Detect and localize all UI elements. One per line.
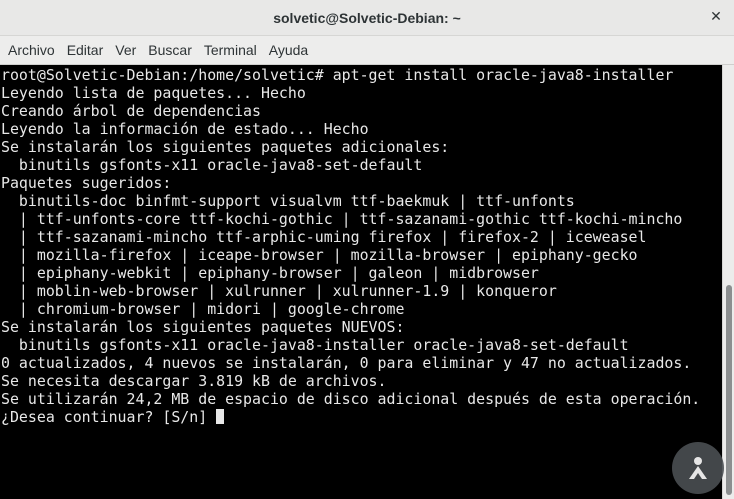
- terminal-line: Leyendo lista de paquetes... Hecho: [1, 84, 306, 102]
- text-cursor: [216, 409, 225, 424]
- terminal-prompt-text: ¿Desea continuar? [S/n]: [1, 408, 217, 426]
- terminal-line: | mozilla-firefox | iceape-browser | moz…: [1, 246, 638, 264]
- terminal-line: binutils gsfonts-x11 oracle-java8-instal…: [1, 336, 629, 354]
- menu-terminal[interactable]: Terminal: [198, 36, 263, 65]
- terminal-line: Se necesita descargar 3.819 kB de archiv…: [1, 372, 387, 390]
- menu-buscar[interactable]: Buscar: [142, 36, 198, 65]
- terminal-line: Creando árbol de dependencias: [1, 102, 261, 120]
- terminal-line: Se utilizarán 24,2 MB de espacio de disc…: [1, 390, 701, 408]
- scrollbar-thumb[interactable]: [726, 285, 732, 495]
- terminal-line: Paquetes sugeridos:: [1, 174, 172, 192]
- terminal-line: binutils gsfonts-x11 oracle-java8-set-de…: [1, 156, 423, 174]
- close-icon[interactable]: ✕: [706, 7, 726, 27]
- terminal-line: | ttf-sazanami-mincho ttf-arphic-uming f…: [1, 228, 647, 246]
- terminal-line: Leyendo la información de estado... Hech…: [1, 120, 369, 138]
- terminal-prompt-line[interactable]: ¿Desea continuar? [S/n]: [0, 408, 722, 426]
- terminal-line: 0 actualizados, 4 nuevos se instalarán, …: [1, 354, 692, 372]
- vertical-scrollbar[interactable]: [722, 65, 734, 499]
- terminal-line: binutils-doc binfmt-support visualvm ttf…: [1, 192, 575, 210]
- menu-bar: Archivo Editar Ver Buscar Terminal Ayuda: [0, 36, 734, 65]
- terminal-output[interactable]: root@Solvetic-Debian:/home/solvetic# apt…: [0, 65, 722, 499]
- menu-archivo[interactable]: Archivo: [2, 36, 61, 65]
- title-bar[interactable]: solvetic@Solvetic-Debian: ~ ✕: [0, 0, 734, 36]
- terminal-line: | ttf-unfonts-core ttf-kochi-gothic | tt…: [1, 210, 683, 228]
- terminal-line-command: root@Solvetic-Debian:/home/solvetic# apt…: [1, 66, 674, 84]
- terminal-line: Se instalarán los siguientes paquetes ad…: [1, 138, 450, 156]
- menu-ver[interactable]: Ver: [109, 36, 142, 65]
- terminal-line: Se instalarán los siguientes paquetes NU…: [1, 318, 405, 336]
- terminal-line: | moblin-web-browser | xulrunner | xulru…: [1, 282, 557, 300]
- terminal-line: | epiphany-webkit | epiphany-browser | g…: [1, 264, 539, 282]
- menu-editar[interactable]: Editar: [61, 36, 110, 65]
- menu-ayuda[interactable]: Ayuda: [263, 36, 314, 65]
- terminal-line: | chromium-browser | midori | google-chr…: [1, 300, 405, 318]
- terminal-window: solvetic@Solvetic-Debian: ~ ✕ Archivo Ed…: [0, 0, 734, 499]
- window-title: solvetic@Solvetic-Debian: ~: [273, 10, 461, 26]
- watermark-logo-icon: [672, 442, 724, 494]
